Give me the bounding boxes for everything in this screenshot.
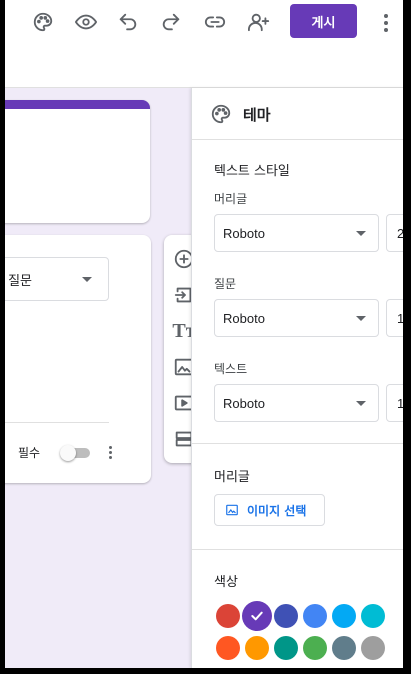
- color-heading: 색상: [214, 575, 238, 590]
- publish-button[interactable]: 게시: [290, 4, 357, 38]
- top-toolbar: 게시: [5, 0, 403, 88]
- question-card[interactable]: 식 질문 필수: [5, 235, 151, 483]
- required-label: 필수: [18, 446, 41, 460]
- header-size-select[interactable]: 24: [386, 214, 403, 252]
- divider: [192, 549, 403, 550]
- question-font-select[interactable]: Roboto: [214, 299, 379, 337]
- form-title-card[interactable]: [5, 100, 150, 223]
- text-font-select[interactable]: Roboto: [214, 384, 379, 422]
- color-swatch[interactable]: [361, 636, 385, 660]
- color-swatch[interactable]: [332, 604, 356, 628]
- color-swatch[interactable]: [332, 636, 356, 660]
- color-swatch[interactable]: [274, 604, 298, 628]
- header-image-heading: 머리글: [214, 470, 250, 485]
- theme-panel-header: 테마: [192, 88, 403, 140]
- palette-icon: [210, 103, 232, 125]
- divider: [192, 443, 403, 444]
- color-swatch[interactable]: [242, 601, 272, 631]
- header-font-label: 머리글: [214, 192, 248, 206]
- question-font-value: Roboto: [223, 310, 265, 326]
- choose-image-label: 이미지 선택: [247, 503, 307, 518]
- color-swatch[interactable]: [216, 636, 240, 660]
- header-font-value: Roboto: [223, 225, 265, 241]
- image-icon: [226, 504, 238, 516]
- preview-eye-icon[interactable]: [71, 7, 101, 37]
- color-swatch[interactable]: [245, 636, 269, 660]
- chevron-down-icon: [356, 231, 366, 236]
- required-toggle[interactable]: [60, 445, 92, 461]
- check-icon: [251, 611, 263, 621]
- app-frame: 게시 식 질문 필수 Tт: [5, 0, 403, 668]
- text-style-heading: 텍스트 스타일: [214, 164, 290, 179]
- text-size-value: 11: [397, 395, 403, 411]
- color-swatch[interactable]: [303, 604, 327, 628]
- question-font-label: 질문: [214, 277, 237, 291]
- palette-icon[interactable]: [28, 7, 58, 37]
- add-collaborator-icon[interactable]: [244, 7, 274, 37]
- color-swatch[interactable]: [361, 604, 385, 628]
- color-swatch[interactable]: [274, 636, 298, 660]
- question-more-icon[interactable]: [103, 441, 117, 463]
- question-type-select[interactable]: 식 질문: [5, 257, 109, 301]
- chevron-down-icon: [356, 401, 366, 406]
- divider: [5, 422, 109, 423]
- text-font-value: Roboto: [223, 395, 265, 411]
- undo-icon[interactable]: [113, 7, 143, 37]
- chevron-down-icon: [356, 316, 366, 321]
- color-swatch[interactable]: [303, 636, 327, 660]
- text-font-label: 텍스트: [214, 362, 248, 376]
- header-size-value: 24: [397, 225, 403, 241]
- color-swatch[interactable]: [216, 604, 240, 628]
- choose-image-button[interactable]: 이미지 선택: [214, 494, 325, 526]
- question-size-select[interactable]: 12: [386, 299, 403, 337]
- text-size-select[interactable]: 11: [386, 384, 403, 422]
- theme-panel: 테마 텍스트 스타일 머리글 Roboto 24 질문 Roboto 12 텍스…: [191, 88, 403, 668]
- chevron-down-icon: [82, 277, 92, 282]
- question-type-value: 식 질문: [5, 273, 33, 289]
- header-font-select[interactable]: Roboto: [214, 214, 379, 252]
- redo-icon[interactable]: [156, 7, 186, 37]
- link-icon[interactable]: [200, 7, 230, 37]
- panel-title: 테마: [243, 106, 271, 124]
- more-vert-icon[interactable]: [377, 10, 395, 36]
- question-size-value: 12: [397, 310, 403, 326]
